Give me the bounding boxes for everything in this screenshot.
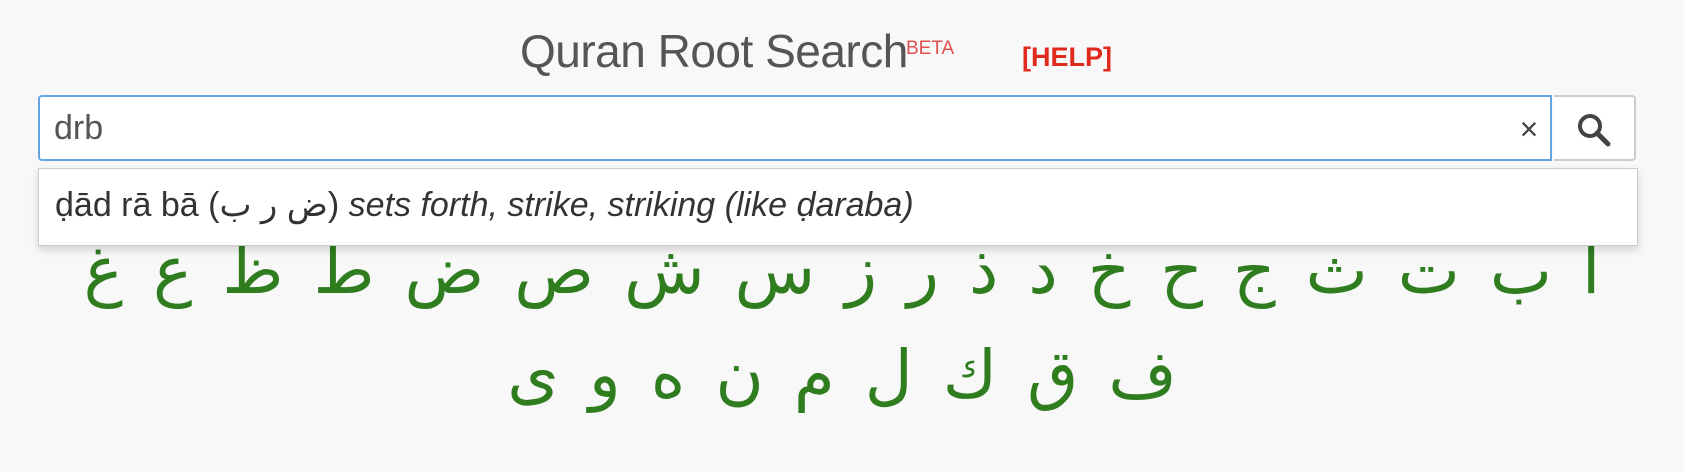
arabic-letter[interactable]: م <box>794 330 835 420</box>
clear-icon[interactable]: × <box>1512 109 1546 149</box>
page: Quran Root Search BETA [HELP] × ḍād rā b… <box>0 0 1684 472</box>
autocomplete-dropdown: ḍād rā bā (ض ر ب) sets forth, strike, st… <box>38 168 1638 246</box>
letter-row-2: فقكلمنهوى <box>0 330 1684 420</box>
arabic-letter[interactable]: ق <box>1027 330 1078 420</box>
search-icon <box>1578 114 1611 147</box>
search-button[interactable] <box>1554 95 1636 161</box>
arabic-letter[interactable]: و <box>589 330 621 420</box>
arabic-letter[interactable]: ه <box>651 330 686 420</box>
root-transliteration: ḍād rā bā <box>55 186 199 224</box>
search-input[interactable] <box>54 105 1454 151</box>
arabic-letter[interactable]: ك <box>943 330 997 420</box>
beta-badge: BETA <box>906 38 955 59</box>
autocomplete-option[interactable]: ḍād rā bā (ض ر ب) sets forth, strike, st… <box>55 185 914 225</box>
header: Quran Root Search BETA [HELP] <box>0 18 1684 88</box>
arabic-letter[interactable]: ف <box>1108 330 1176 420</box>
arabic-letter[interactable]: ن <box>715 330 763 420</box>
arabic-letter[interactable]: ل <box>865 330 913 420</box>
search-bar: × <box>38 95 1638 163</box>
help-link[interactable]: [HELP] <box>1022 42 1112 73</box>
search-input-wrapper: × <box>38 95 1552 161</box>
root-meaning: sets forth, strike, striking (like ḍarab… <box>348 186 914 224</box>
page-title: Quran Root Search <box>520 25 908 77</box>
arabic-letter[interactable]: ى <box>507 330 559 420</box>
root-arabic: (ض ر ب) <box>208 186 340 224</box>
